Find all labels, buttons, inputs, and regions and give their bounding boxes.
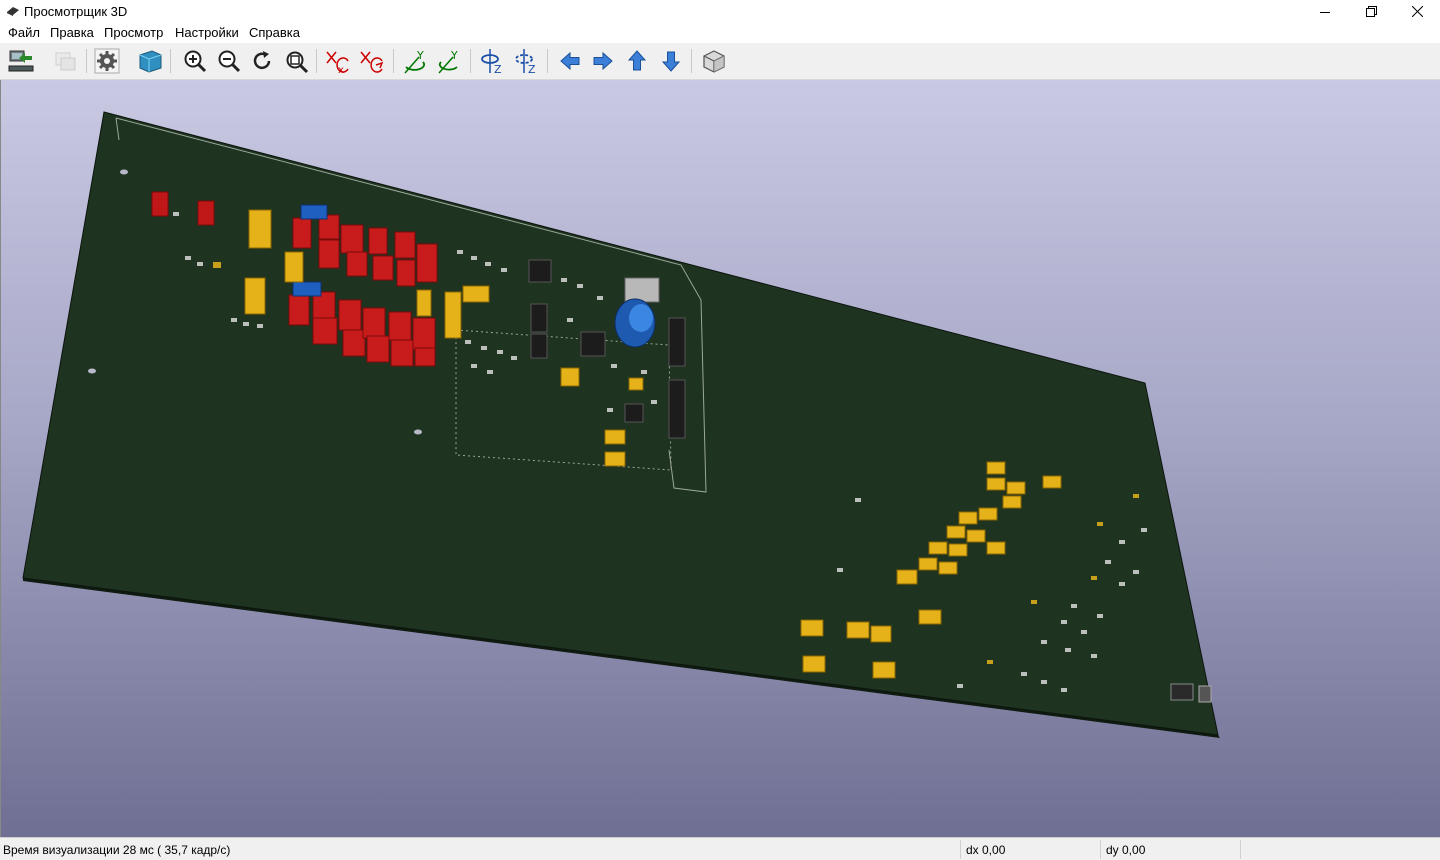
- zoom-fit-button[interactable]: [281, 46, 311, 76]
- move-right-button[interactable]: [588, 46, 618, 76]
- rotate-z-ccw-button[interactable]: Z: [511, 46, 541, 76]
- menu-edit[interactable]: Правка: [50, 25, 94, 40]
- copy-image-button[interactable]: [50, 46, 80, 76]
- rotate-y-cw-icon: Y: [404, 49, 425, 74]
- svg-text:x: x: [338, 65, 344, 75]
- reload-board-button[interactable]: [6, 46, 36, 76]
- app-icon: [7, 7, 19, 16]
- move-down-button[interactable]: [656, 46, 686, 76]
- minimize-button[interactable]: [1302, 0, 1348, 23]
- restore-icon: [1365, 6, 1377, 17]
- move-left-button[interactable]: [555, 46, 585, 76]
- rotate-x-cw-button[interactable]: x: [323, 46, 353, 76]
- orthographic-cube-icon: [703, 50, 725, 73]
- svg-text:Z: Z: [494, 63, 502, 75]
- dy-readout: dy 0,00: [1106, 843, 1146, 857]
- close-icon: [1411, 6, 1423, 17]
- rotate-z-cw-icon: Z: [481, 49, 502, 75]
- menu-settings[interactable]: Настройки: [175, 25, 239, 40]
- menu-view[interactable]: Просмотр: [104, 25, 163, 40]
- move-left-icon: [560, 51, 580, 71]
- settings-button[interactable]: [92, 46, 122, 76]
- settings-gear-icon: [94, 48, 120, 74]
- dx-readout: dx 0,00: [966, 843, 1006, 857]
- rotate-y-cw-button[interactable]: Y: [400, 46, 430, 76]
- move-down-icon: [661, 51, 681, 72]
- copy-image-icon: [55, 52, 76, 71]
- redraw-icon: [253, 51, 271, 70]
- raytrace-button[interactable]: [135, 46, 165, 76]
- window-title: Просмотрщик 3D: [24, 4, 128, 19]
- restore-button[interactable]: [1348, 0, 1394, 23]
- 3d-viewport[interactable]: [0, 80, 1440, 837]
- zoom-in-button[interactable]: [180, 46, 210, 76]
- rotate-y-ccw-icon: Y: [438, 49, 458, 74]
- toolbar: x Y Y Z Z: [0, 43, 1440, 80]
- pcb-scene: [22, 111, 1220, 738]
- move-up-button[interactable]: [622, 46, 652, 76]
- close-button[interactable]: [1394, 0, 1440, 23]
- reload-board-icon: [8, 50, 34, 72]
- menu-bar: Файл Правка Просмотр Настройки Справка: [0, 23, 1440, 43]
- orthographic-button[interactable]: [699, 46, 729, 76]
- zoom-out-icon: [218, 50, 241, 73]
- status-bar: Время визуализации 28 мс ( 35,7 кадр/с) …: [0, 837, 1440, 860]
- minimize-icon: [1320, 11, 1330, 13]
- rotate-x-cw-icon: x: [326, 51, 349, 75]
- raytrace-cube-icon: [139, 50, 162, 73]
- menu-help[interactable]: Справка: [249, 25, 300, 40]
- zoom-fit-icon: [286, 51, 309, 74]
- render-time-label: Время визуализации 28 мс ( 35,7 кадр/с): [3, 843, 231, 857]
- move-right-icon: [593, 51, 613, 71]
- rotate-x-ccw-button[interactable]: [357, 46, 387, 76]
- move-up-icon: [627, 50, 647, 71]
- rotate-z-cw-button[interactable]: Z: [477, 46, 507, 76]
- rotate-x-ccw-icon: [360, 51, 384, 73]
- zoom-in-icon: [184, 50, 207, 73]
- rotate-z-ccw-icon: Z: [515, 49, 536, 75]
- connector: [1170, 683, 1212, 703]
- rotate-y-ccw-button[interactable]: Y: [434, 46, 464, 76]
- menu-file[interactable]: Файл: [8, 25, 40, 40]
- title-bar: Просмотрщик 3D: [0, 0, 1440, 23]
- redraw-button[interactable]: [247, 46, 277, 76]
- svg-text:Z: Z: [528, 63, 536, 75]
- zoom-out-button[interactable]: [214, 46, 244, 76]
